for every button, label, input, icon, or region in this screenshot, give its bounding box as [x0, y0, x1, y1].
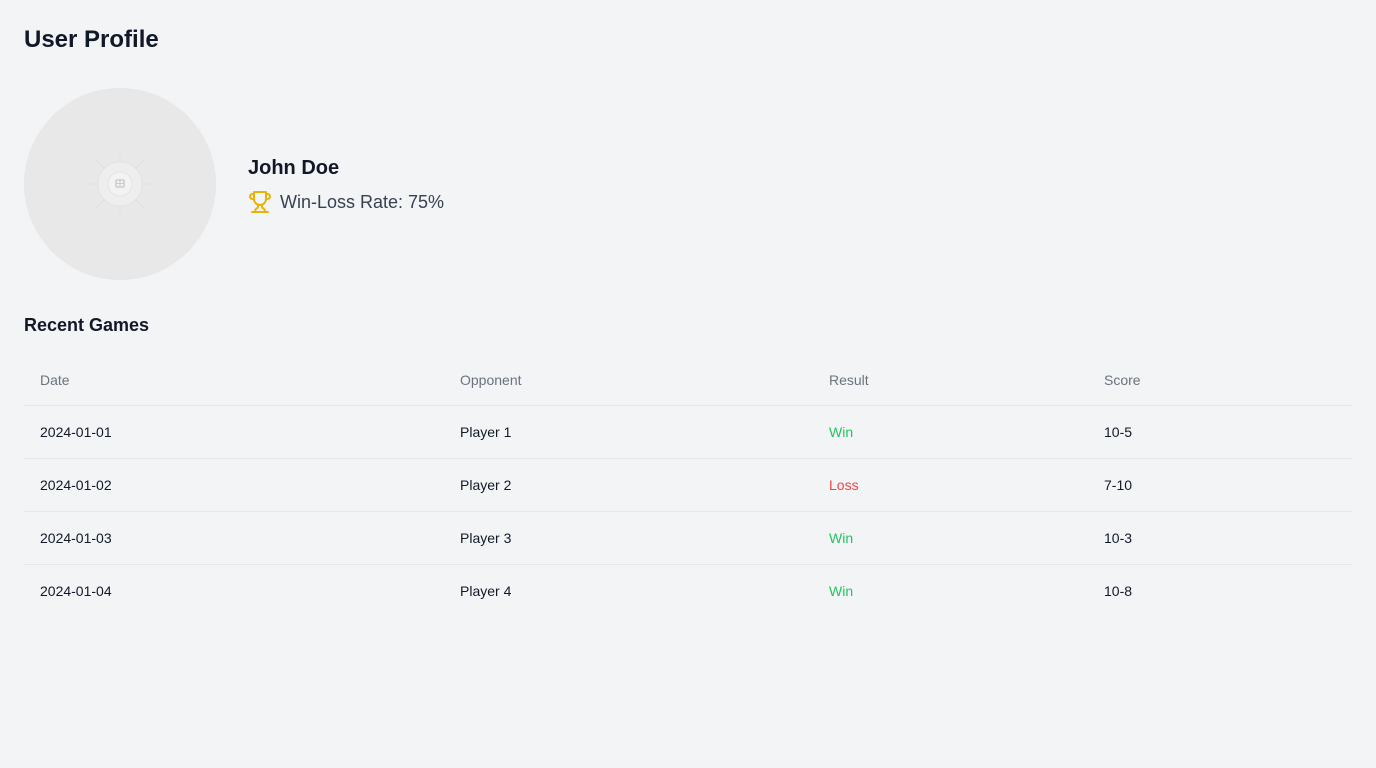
cell-result: Win	[813, 405, 1088, 459]
cell-score: 10-8	[1104, 583, 1133, 599]
recent-games-title: Recent Games	[24, 315, 150, 335]
cell-result: Win	[829, 583, 854, 599]
column-header-result: Result	[813, 354, 1088, 406]
column-header-score: Score	[1088, 354, 1352, 406]
recent-games-table: Date Opponent Result Score 2024-01-01 Pl…	[24, 354, 1352, 617]
table-row: 2024-01-02 Player 2 Loss 7-10	[24, 458, 1352, 512]
trophy-icon	[248, 190, 272, 214]
profile-card: John Doe Win-Loss Rate: 75%	[24, 88, 444, 280]
cell-score: 10-5	[1088, 405, 1352, 459]
cell-date: 2024-01-02	[24, 458, 444, 512]
user-profile-page: User Profile John Doe Win-Loss Rate: 75%…	[0, 0, 1376, 768]
win-loss-rate: Win-Loss Rate: 75%	[248, 190, 444, 214]
table-row: 2024-01-03 Player 3 Win 10-3	[24, 511, 1352, 565]
cell-result: Loss	[813, 458, 1088, 512]
avatar	[24, 88, 216, 280]
cell-result: Win	[813, 511, 1088, 565]
cell-opponent: Player 2	[444, 458, 813, 512]
cell-date: 2024-01-01	[24, 405, 444, 459]
page-title: User Profile	[24, 26, 159, 53]
table-header-row: Date Opponent Result Score	[24, 354, 1352, 406]
cell-opponent: Player 3	[444, 511, 813, 565]
table-row: 2024-01-04 Player 4 Win 10-8	[24, 565, 1352, 618]
broken-image-icon	[90, 154, 150, 214]
user-name: John Doe	[248, 157, 340, 179]
cell-opponent: Player 1	[444, 405, 813, 459]
profile-info: John Doe Win-Loss Rate: 75%	[248, 154, 444, 214]
cell-date: 2024-01-03	[24, 511, 444, 565]
table-row: 2024-01-01 Player 1 Win 10-5	[24, 405, 1352, 459]
cell-score: 10-3	[1088, 511, 1352, 565]
column-header-opponent: Opponent	[444, 354, 813, 406]
win-loss-rate-text: Win-Loss Rate: 75%	[280, 192, 445, 212]
cell-score: 7-10	[1088, 458, 1352, 512]
column-header-date: Date	[24, 354, 444, 406]
cell-date: 2024-01-04	[40, 583, 112, 599]
cell-opponent: Player 4	[460, 583, 512, 599]
